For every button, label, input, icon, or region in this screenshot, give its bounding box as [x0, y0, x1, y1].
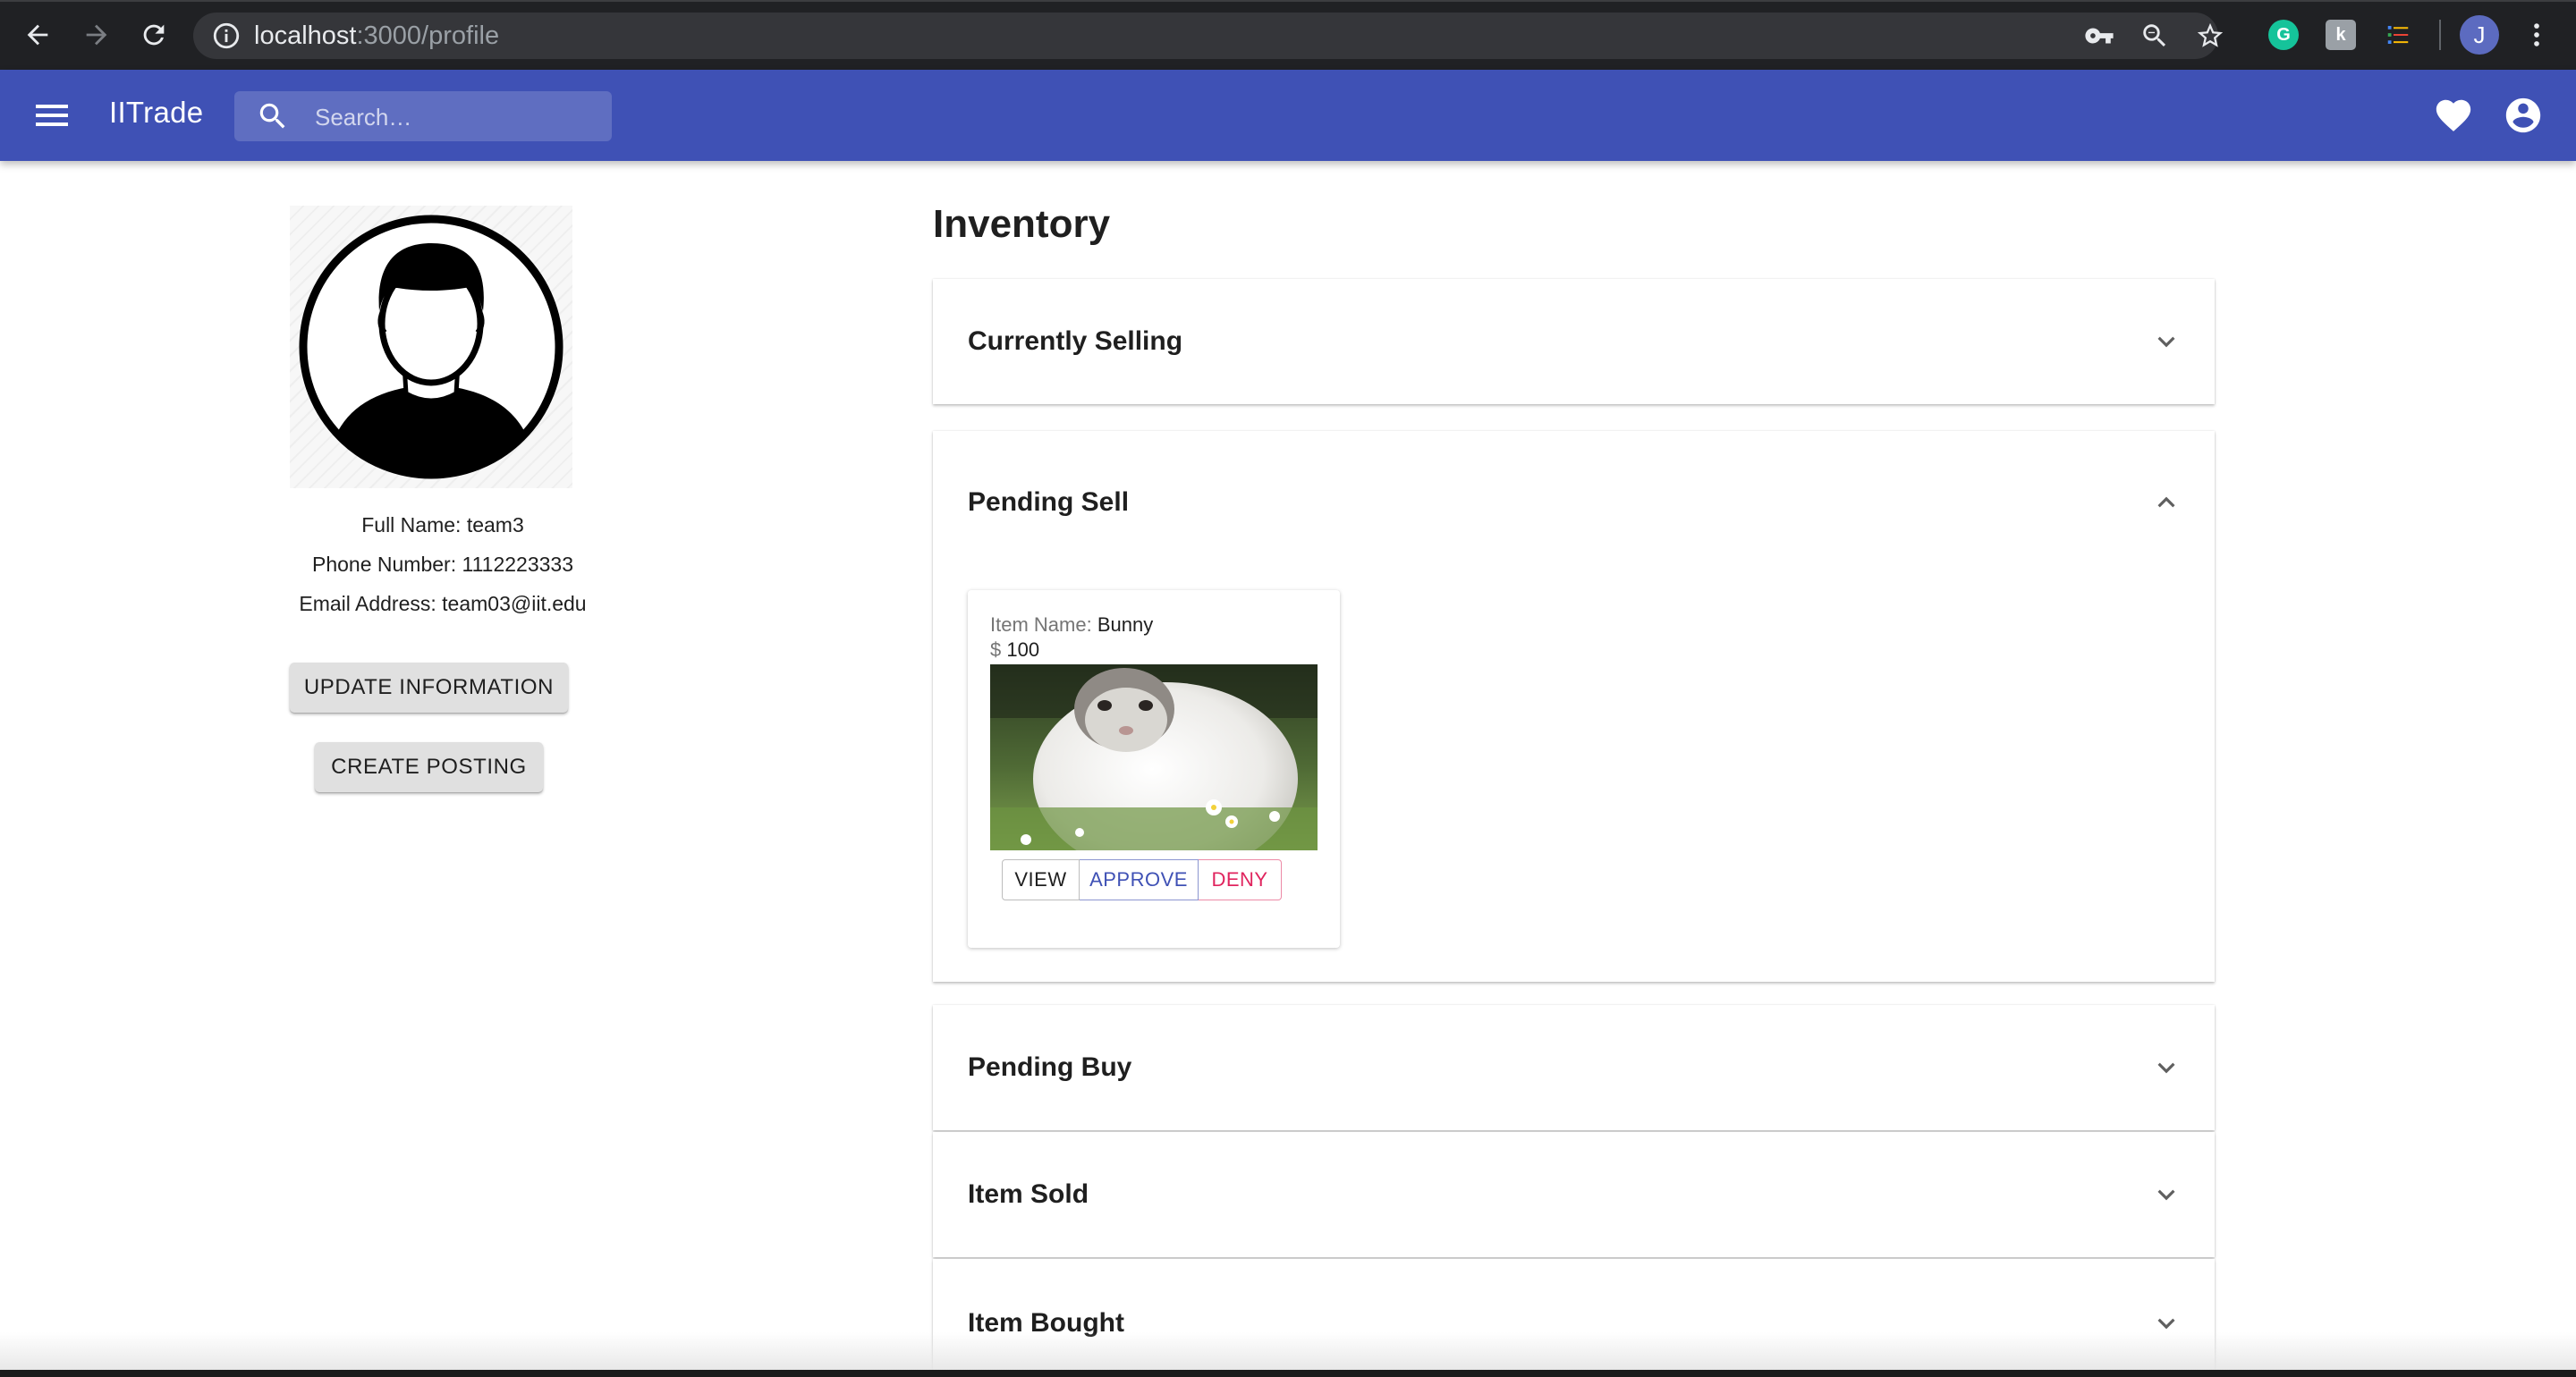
panel-pending-sell[interactable]: Pending Sell Item Name: Bunny $ 100 VIEW…: [933, 431, 2215, 982]
panel-currently-selling[interactable]: Currently Selling: [933, 279, 2215, 404]
toolbar-divider: [2439, 20, 2441, 50]
chevron-down-icon[interactable]: [2149, 1178, 2183, 1212]
forward-arrow-icon[interactable]: [77, 15, 116, 55]
update-information-button[interactable]: UPDATE INFORMATION: [290, 663, 568, 713]
search-input[interactable]: [313, 98, 603, 136]
more-vert-icon[interactable]: [2517, 15, 2556, 55]
panel-item-sold[interactable]: Item Sold: [933, 1132, 2215, 1257]
approve-button[interactable]: APPROVE: [1080, 859, 1199, 900]
email-address-text: Email Address: team03@iit.edu: [299, 592, 587, 615]
star-icon[interactable]: [2195, 21, 2225, 51]
panel-title: Pending Buy: [968, 1052, 1132, 1082]
item-price: $ 100: [990, 638, 1040, 661]
tab-strip-edge: [0, 0, 2576, 2]
chevron-down-icon[interactable]: [2149, 325, 2183, 359]
panel-title: Pending Sell: [968, 487, 1130, 517]
profile-avatar-image: [290, 206, 572, 488]
phone-number-text: Phone Number: 1112223333: [312, 553, 573, 576]
menu-icon[interactable]: [30, 94, 73, 137]
deny-button[interactable]: DENY: [1199, 859, 1282, 900]
app-title[interactable]: IITrade: [109, 96, 203, 130]
inventory-heading: Inventory: [933, 202, 1111, 246]
info-icon[interactable]: [211, 21, 242, 51]
app-bar: IITrade: [0, 70, 2576, 161]
full-name-text: Full Name: team3: [361, 513, 524, 536]
url-text[interactable]: localhost:3000/profile: [254, 21, 499, 51]
item-action-buttons: VIEW APPROVE DENY: [1002, 859, 1282, 900]
view-button[interactable]: VIEW: [1002, 859, 1080, 900]
grammarly-extension-icon[interactable]: G: [2268, 20, 2299, 50]
scroll-fade: [0, 1332, 2576, 1370]
extension-icon[interactable]: k: [2326, 20, 2356, 50]
heart-icon[interactable]: [2433, 95, 2474, 136]
panel-title: Item Sold: [968, 1179, 1089, 1209]
address-bar[interactable]: localhost:3000/profile: [193, 13, 2224, 59]
chevron-up-icon[interactable]: [2149, 486, 2183, 520]
search-icon: [259, 103, 285, 129]
browser-toolbar: localhost:3000/profile G k J: [0, 0, 2576, 71]
zoom-icon[interactable]: [2140, 21, 2170, 51]
window-bottom-edge: [0, 1370, 2576, 1377]
key-icon[interactable]: [2084, 21, 2114, 51]
pending-item-card: Item Name: Bunny $ 100 VIEW APPROVE DENY: [968, 590, 1340, 948]
item-name: Item Name: Bunny: [990, 613, 1154, 636]
browser-profile-avatar[interactable]: J: [2460, 15, 2499, 55]
panel-title: Currently Selling: [968, 326, 1183, 356]
list-extension-icon[interactable]: [2383, 20, 2413, 50]
search-box[interactable]: [234, 91, 612, 141]
back-arrow-icon[interactable]: [18, 15, 57, 55]
panel-pending-buy[interactable]: Pending Buy: [933, 1005, 2215, 1130]
item-photo: [990, 664, 1318, 850]
account-circle-icon[interactable]: [2503, 95, 2544, 136]
create-posting-button[interactable]: CREATE POSTING: [315, 742, 543, 792]
chevron-down-icon[interactable]: [2149, 1051, 2183, 1085]
reload-icon[interactable]: [134, 15, 174, 55]
